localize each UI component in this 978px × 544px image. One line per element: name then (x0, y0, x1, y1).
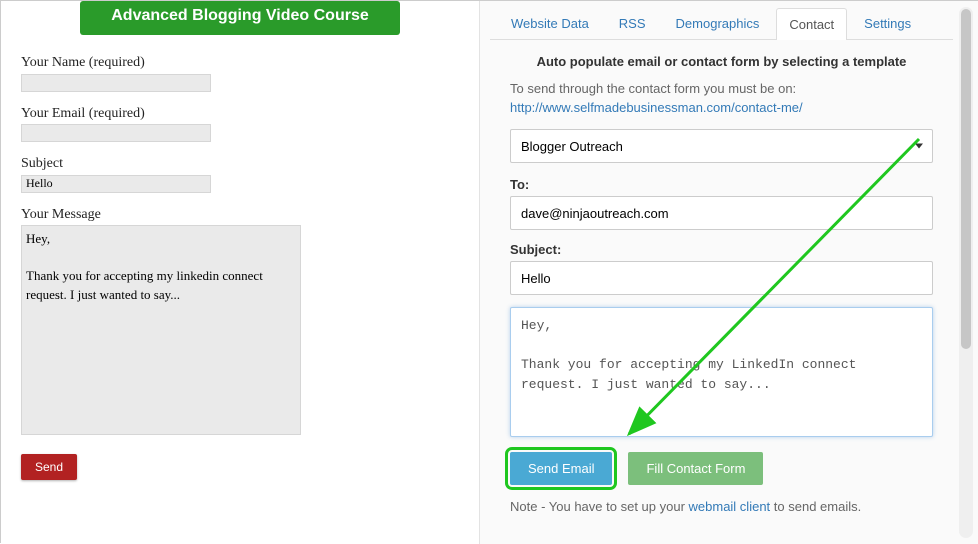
subject-label: Subject (21, 156, 459, 172)
to-input[interactable] (510, 196, 933, 230)
subject-field-group: Subject (21, 156, 459, 193)
note-suffix: to send emails. (770, 499, 861, 514)
tab-demographics[interactable]: Demographics (663, 7, 773, 39)
send-email-button[interactable]: Send Email (510, 452, 612, 485)
fill-contact-form-button[interactable]: Fill Contact Form (628, 452, 763, 485)
send-button[interactable]: Send (21, 454, 77, 480)
banner-title: Advanced Blogging Video Course (90, 7, 390, 25)
template-select-wrap: Blogger Outreach (510, 129, 933, 163)
tab-rss[interactable]: RSS (606, 7, 659, 39)
tab-website-data[interactable]: Website Data (498, 7, 602, 39)
email-field-group: Your Email (required) (21, 106, 459, 143)
scrollbar-thumb[interactable] (961, 9, 971, 349)
name-input[interactable] (21, 74, 211, 92)
name-field-group: Your Name (required) (21, 55, 459, 92)
message-field-group: Your Message (21, 207, 459, 440)
template-select[interactable]: Blogger Outreach (510, 129, 933, 163)
note-prefix: Note - You have to set up your (510, 499, 689, 514)
scrollbar[interactable] (959, 7, 973, 538)
name-label: Your Name (required) (21, 55, 459, 71)
tab-settings[interactable]: Settings (851, 7, 924, 39)
webmail-client-link[interactable]: webmail client (689, 499, 771, 514)
to-label: To: (510, 177, 933, 192)
email-label: Your Email (required) (21, 106, 459, 122)
page-contact-form: Advanced Blogging Video Course Your Name… (1, 1, 479, 544)
contact-form-hint: To send through the contact form you mus… (510, 81, 933, 96)
panel-heading: Auto populate email or contact form by s… (510, 54, 933, 69)
subject-label-right: Subject: (510, 242, 933, 257)
message-textarea[interactable] (21, 225, 301, 435)
extension-panel: Website Data RSS Demographics Contact Se… (479, 1, 978, 544)
course-banner: Advanced Blogging Video Course (80, 1, 400, 35)
contact-tab-body: Auto populate email or contact form by s… (490, 40, 953, 528)
tab-contact[interactable]: Contact (776, 8, 847, 40)
body-textarea[interactable] (510, 307, 933, 437)
subject-input-right[interactable] (510, 261, 933, 295)
contact-form-url-link[interactable]: http://www.selfmadebusinessman.com/conta… (510, 100, 933, 115)
webmail-note: Note - You have to set up your webmail c… (510, 499, 933, 514)
tab-bar: Website Data RSS Demographics Contact Se… (490, 1, 953, 40)
email-input[interactable] (21, 124, 211, 142)
subject-input[interactable] (21, 175, 211, 193)
message-label: Your Message (21, 207, 459, 223)
button-row: Send Email Fill Contact Form (510, 452, 933, 485)
